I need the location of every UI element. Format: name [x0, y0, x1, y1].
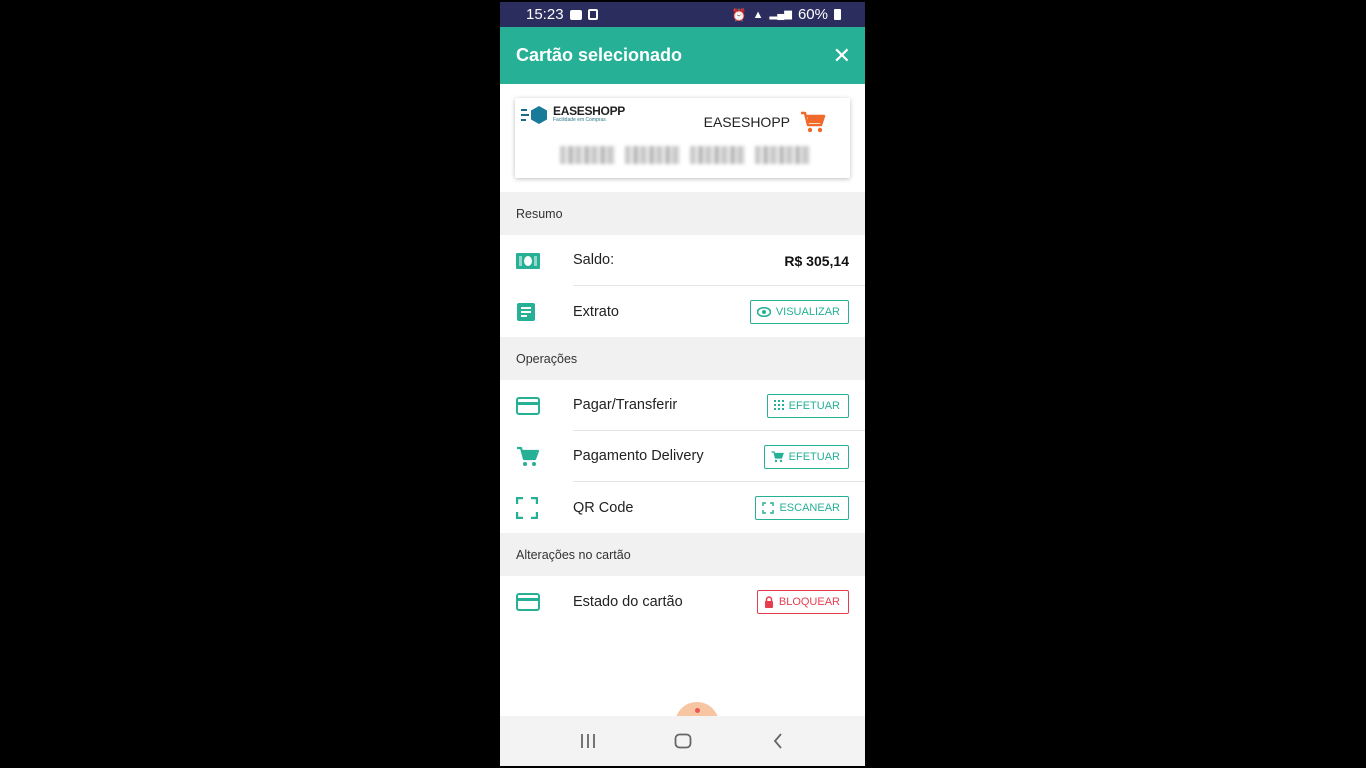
android-nav-bar — [500, 716, 865, 766]
clock: 15:23 — [526, 6, 564, 23]
battery-icon — [834, 9, 841, 20]
escanear-button[interactable]: ESCANEAR — [755, 495, 849, 520]
logo-name: EASESHOPP — [553, 104, 625, 118]
wifi-icon: ▲ — [752, 8, 764, 21]
escanear-label: ESCANEAR — [779, 501, 840, 514]
pagar-efetuar-button[interactable]: EFETUAR — [766, 393, 849, 418]
section-header-resumo: Resumo — [500, 192, 865, 235]
recent-apps-button[interactable] — [568, 726, 608, 756]
cart-icon — [801, 111, 826, 133]
card-brand: EASESHOPP — [704, 110, 826, 134]
video-icon — [569, 9, 582, 20]
signal-icon: ▂▄▆ — [769, 9, 792, 20]
page-title: Cartão selecionado — [516, 45, 683, 65]
eye-icon — [756, 306, 771, 317]
visualizar-label: VISUALIZAR — [775, 305, 840, 318]
back-icon — [773, 733, 782, 749]
fab-badge — [695, 708, 700, 713]
delivery-efetuar-label: EFETUAR — [788, 450, 840, 463]
scan-icon — [762, 501, 775, 514]
row-saldo: Saldo: R$ 305,14 — [500, 235, 865, 286]
logo-mark-icon — [521, 104, 551, 126]
row-extrato: Extrato VISUALIZAR — [500, 286, 865, 337]
status-bar: 15:23 ⏰ ▲ ▂▄▆ 60% — [500, 2, 865, 27]
section-header-alteracoes: Alterações no cartão — [500, 533, 865, 576]
recent-apps-icon — [580, 734, 595, 748]
cart-icon — [517, 446, 540, 466]
credit-card-icon — [516, 396, 540, 415]
money-icon — [516, 252, 540, 269]
card-area: EASESHOPP Facilidade em Compras EASESHOP… — [500, 84, 865, 192]
scan-icon — [516, 496, 538, 519]
pagar-efetuar-label: EFETUAR — [788, 399, 840, 412]
phone-screen: 15:23 ⏰ ▲ ▂▄▆ 60% Cartão selecionado ✕ E… — [500, 2, 865, 766]
delivery-efetuar-button[interactable]: EFETUAR — [763, 444, 849, 469]
home-button[interactable] — [663, 726, 703, 756]
notification-icon — [587, 9, 598, 20]
row-pagamento-delivery: Pagamento Delivery EFETUAR — [500, 431, 865, 482]
card-brand-name: EASESHOPP — [703, 114, 790, 130]
card-logo: EASESHOPP Facilidade em Compras — [521, 104, 625, 126]
document-icon — [517, 302, 535, 321]
cart-icon — [771, 450, 784, 462]
alarm-icon: ⏰ — [731, 7, 747, 22]
visualizar-button[interactable]: VISUALIZAR — [749, 299, 849, 324]
lock-icon — [764, 595, 773, 608]
saldo-value: R$ 305,14 — [784, 252, 849, 269]
app-bar: Cartão selecionado ✕ — [500, 27, 865, 84]
section-header-operacoes: Operações — [500, 337, 865, 380]
card-number-blurred — [560, 146, 810, 164]
back-button[interactable] — [758, 726, 798, 756]
home-icon — [674, 733, 691, 749]
row-pagar-transferir: Pagar/Transferir EFETUAR — [500, 380, 865, 431]
keypad-icon — [773, 399, 784, 410]
battery-level: 60% — [797, 6, 828, 23]
row-estado-cartao: Estado do cartão BLOQUEAR — [500, 576, 865, 627]
selected-card: EASESHOPP Facilidade em Compras EASESHOP… — [515, 98, 850, 178]
row-qr-code: QR Code ESCANEAR — [500, 482, 865, 533]
bloquear-button[interactable]: BLOQUEAR — [756, 589, 849, 614]
bloquear-label: BLOQUEAR — [778, 595, 840, 608]
close-icon[interactable]: ✕ — [833, 43, 851, 69]
credit-card-icon — [516, 592, 540, 611]
